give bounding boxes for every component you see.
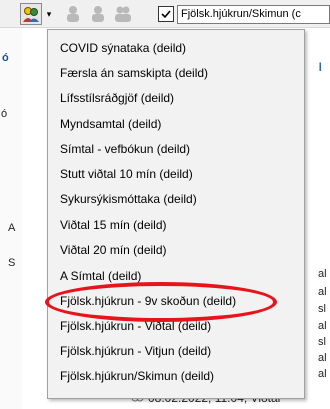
user-icon bbox=[23, 7, 39, 22]
users-button[interactable] bbox=[114, 3, 132, 25]
bg-right-glyph-2: al bbox=[318, 286, 327, 298]
type-select[interactable]: Fjölsk.hjúkrun/Skimun (c bbox=[177, 5, 330, 24]
bg-left-glyph-1: ó bbox=[2, 52, 9, 64]
highlight-annotation bbox=[45, 282, 277, 322]
background-left-panel bbox=[0, 28, 22, 409]
bg-right-glyph-6: al bbox=[318, 352, 327, 364]
remove-user-button[interactable] bbox=[89, 3, 107, 25]
menu-item-vidtal-20[interactable]: Viðtal 20 mín (deild) bbox=[60, 240, 167, 261]
menu-item-faersla[interactable]: Færsla án samskipta (deild) bbox=[60, 63, 208, 84]
visit-type-menu: COVID sýnataka (deild) Færsla án samskip… bbox=[47, 29, 305, 399]
menu-item-fjolsk-skimun[interactable]: Fjölsk.hjúkrun/Skimun (deild) bbox=[60, 366, 214, 387]
bg-right-glyph-4: al bbox=[318, 320, 327, 332]
user-remove-icon bbox=[92, 6, 104, 22]
menu-item-covid[interactable]: COVID sýnataka (deild) bbox=[60, 38, 186, 59]
user-add-icon bbox=[67, 6, 79, 22]
filter-checkbox[interactable] bbox=[158, 6, 174, 22]
bg-right-glyph-0: ı bbox=[318, 58, 323, 75]
bg-left-glyph-3: S bbox=[8, 257, 16, 269]
type-select-value: Fjölsk.hjúkrun/Skimun (c bbox=[181, 8, 301, 20]
menu-item-stutt-vidtal[interactable]: Stutt viðtal 10 mín (deild) bbox=[60, 164, 193, 185]
bg-left-glyph-1b: ó bbox=[1, 108, 8, 120]
bg-right-glyph-5: sl bbox=[318, 336, 326, 348]
bg-right-glyph-1: al bbox=[318, 268, 327, 280]
checkbox-icon bbox=[161, 10, 171, 19]
menu-item-lifsstils[interactable]: Lífsstílsráðgjöf (deild) bbox=[60, 88, 174, 109]
menu-item-myndsamtal[interactable]: Myndsamtal (deild) bbox=[60, 114, 161, 135]
user-dropdown-toggle[interactable]: ▾ bbox=[42, 3, 56, 25]
bg-right-glyph-7: al bbox=[318, 368, 327, 380]
add-user-button[interactable] bbox=[64, 3, 82, 25]
menu-item-fjolsk-vitjun[interactable]: Fjölsk.hjúkrun - Vitjun (deild) bbox=[60, 341, 211, 362]
menu-item-simtal-vefbokun[interactable]: Símtal - vefbókun (deild) bbox=[60, 139, 190, 160]
menu-item-sykursyki[interactable]: Sykursýkismóttaka (deild) bbox=[60, 189, 197, 210]
user-button[interactable] bbox=[20, 3, 42, 25]
menu-item-vidtal-15[interactable]: Viðtal 15 mín (deild) bbox=[60, 215, 167, 236]
bg-left-glyph-2: A bbox=[8, 222, 16, 234]
bg-right-glyph-3: sl bbox=[318, 303, 326, 315]
toolbar: ▾ Fjölsk.hjúkrun/Skimun (c bbox=[0, 0, 330, 28]
chevron-down-icon: ▾ bbox=[46, 8, 52, 19]
users-icon bbox=[115, 6, 131, 22]
